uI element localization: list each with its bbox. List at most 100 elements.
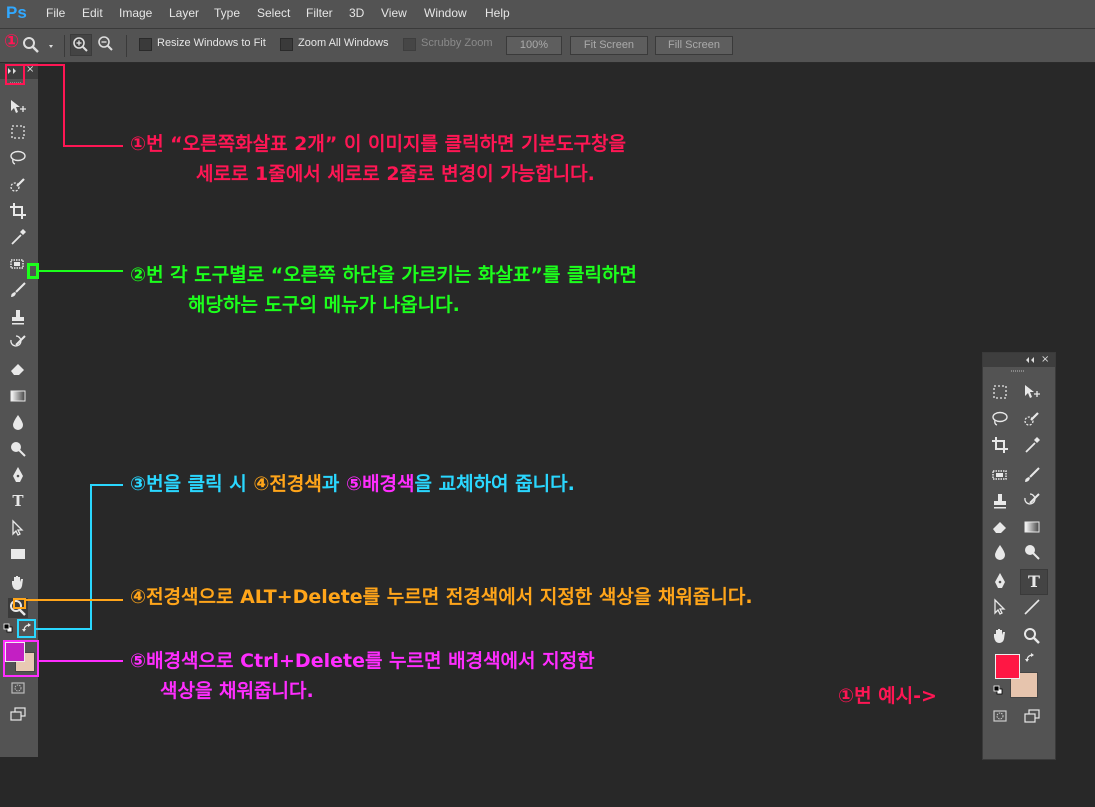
path-selection-tool-icon[interactable]: [989, 596, 1011, 618]
annotation-2-line1: ②번 각 도구별로 “오른쪽 하단을 가르키는 화살표”를 클릭하면: [130, 264, 637, 286]
marquee-tool-icon[interactable]: [8, 122, 28, 142]
connector-3c: [90, 484, 123, 486]
quick-selection-tool-icon[interactable]: [1021, 408, 1043, 430]
annotation-3: ③번을 클릭 시 ④전경색과 ⑤배경색을 교체하여 줍니다.: [130, 468, 575, 501]
brush-tool-icon[interactable]: [1021, 464, 1043, 486]
connector-1c: [63, 145, 123, 147]
crop-tool-icon[interactable]: [8, 201, 28, 221]
annotation-5-line2: 색상을 채워줍니다.: [160, 680, 314, 702]
menu-edit[interactable]: Edit: [82, 6, 103, 20]
foreground-color-swatch[interactable]: [995, 654, 1020, 679]
lasso-tool-icon[interactable]: [8, 148, 28, 168]
healing-brush-tool-icon[interactable]: [8, 254, 28, 274]
highlight-box-2: [27, 263, 39, 279]
annotation-4: ④전경색으로 ALT+Delete를 누르면 전경색에서 지정한 색상을 채워줍…: [130, 586, 753, 608]
gradient-tool-icon[interactable]: [1021, 516, 1043, 538]
type-tool-icon[interactable]: T: [1020, 569, 1048, 595]
zoom-in-icon[interactable]: [70, 34, 92, 56]
menu-filter[interactable]: Filter: [306, 6, 333, 20]
double-arrow-left-icon[interactable]: [1024, 355, 1036, 365]
connector-1a: [25, 64, 65, 66]
menu-view[interactable]: View: [381, 6, 407, 20]
tools-panel-double-column: × T: [982, 352, 1056, 760]
fit-screen-button[interactable]: Fit Screen: [570, 36, 648, 55]
menu-bar: Ps File Edit Image Layer Type Select Fil…: [0, 0, 1095, 29]
hand-tool-icon[interactable]: [989, 625, 1011, 647]
panel-grip[interactable]: [983, 367, 1055, 375]
options-bar: Resize Windows to Fit Zoom All Windows S…: [0, 29, 1095, 63]
eraser-tool-icon[interactable]: [989, 516, 1011, 538]
quick-selection-tool-icon[interactable]: [8, 175, 28, 195]
screen-mode-icon[interactable]: [1021, 705, 1043, 727]
swap-colors-icon[interactable]: [1024, 652, 1036, 664]
photoshop-logo: Ps: [6, 3, 27, 22]
zoom-all-windows-checkbox[interactable]: [280, 38, 293, 51]
clone-stamp-tool-icon[interactable]: [8, 307, 28, 327]
menu-select[interactable]: Select: [257, 6, 290, 20]
path-selection-tool-icon[interactable]: [8, 518, 28, 538]
zoom-100-button[interactable]: 100%: [506, 36, 562, 55]
separator: [126, 35, 127, 57]
move-tool-icon[interactable]: [1021, 381, 1043, 403]
highlight-box-3: [17, 619, 36, 638]
crop-tool-icon[interactable]: [989, 434, 1011, 456]
annotation-3-part1: ③번을 클릭 시: [130, 473, 254, 495]
eyedropper-tool-icon[interactable]: [8, 227, 28, 247]
quick-mask-icon[interactable]: [989, 705, 1011, 727]
menu-3d[interactable]: 3D: [349, 6, 364, 20]
tools-panel-header-right: ×: [983, 353, 1055, 367]
connector-3b: [90, 484, 92, 630]
chevron-down-icon[interactable]: [44, 34, 58, 56]
zoom-out-icon[interactable]: [96, 34, 116, 54]
history-brush-tool-icon[interactable]: [8, 333, 28, 353]
zoom-tool-preset-icon[interactable]: [20, 34, 42, 56]
default-colors-icon[interactable]: [993, 685, 1003, 695]
hand-tool-icon[interactable]: [8, 573, 28, 593]
highlight-box-5: [3, 640, 39, 677]
marquee-tool-icon[interactable]: [989, 381, 1011, 403]
connector-5: [39, 660, 123, 662]
connector-2: [39, 270, 123, 272]
type-tool-icon[interactable]: T: [8, 492, 28, 512]
clone-stamp-tool-icon[interactable]: [989, 490, 1011, 512]
eraser-tool-icon[interactable]: [8, 359, 28, 379]
quick-mask-icon[interactable]: [8, 678, 28, 698]
resize-windows-label: Resize Windows to Fit: [157, 37, 266, 49]
dodge-tool-icon[interactable]: [1021, 541, 1043, 563]
line-tool-icon[interactable]: [1021, 596, 1043, 618]
brush-tool-icon[interactable]: [8, 280, 28, 300]
zoom-all-windows-label: Zoom All Windows: [298, 37, 389, 49]
close-icon[interactable]: ×: [1041, 354, 1051, 365]
resize-windows-checkbox[interactable]: [139, 38, 152, 51]
menu-file[interactable]: File: [46, 6, 65, 20]
annotation-1-line1: ①번 “오른쪽화살표 2개” 이 이미지를 클릭하면 기본도구창을: [130, 133, 627, 155]
healing-brush-tool-icon[interactable]: [989, 464, 1011, 486]
menu-layer[interactable]: Layer: [169, 6, 199, 20]
menu-type[interactable]: Type: [214, 6, 240, 20]
gradient-tool-icon[interactable]: [8, 386, 28, 406]
menu-window[interactable]: Window: [424, 6, 467, 20]
screen-mode-icon[interactable]: [8, 704, 28, 724]
connector-3a: [36, 628, 92, 630]
close-icon[interactable]: ×: [26, 65, 36, 75]
blur-tool-icon[interactable]: [8, 412, 28, 432]
move-tool-icon[interactable]: [8, 97, 28, 117]
menu-help[interactable]: Help: [485, 6, 510, 20]
fill-screen-button[interactable]: Fill Screen: [655, 36, 733, 55]
blur-tool-icon[interactable]: [989, 541, 1011, 563]
zoom-tool-icon[interactable]: [1021, 625, 1043, 647]
rectangle-tool-icon[interactable]: [8, 544, 28, 564]
lasso-tool-icon[interactable]: [989, 408, 1011, 430]
annotation-5-line1: ⑤배경색으로 Ctrl+Delete를 누르면 배경색에서 지정한: [130, 650, 595, 672]
highlight-box-1: [5, 64, 25, 85]
scrubby-zoom-checkbox[interactable]: [403, 38, 416, 51]
annotation-3-foreground: ④전경색: [253, 473, 322, 495]
default-colors-icon[interactable]: [3, 623, 13, 633]
history-brush-tool-icon[interactable]: [1021, 490, 1043, 512]
annotation-3-background: ⑤배경색: [345, 473, 415, 495]
pen-tool-icon[interactable]: [8, 465, 28, 485]
eyedropper-tool-icon[interactable]: [1021, 434, 1043, 456]
dodge-tool-icon[interactable]: [8, 439, 28, 459]
pen-tool-icon[interactable]: [989, 570, 1011, 592]
menu-image[interactable]: Image: [119, 6, 152, 20]
